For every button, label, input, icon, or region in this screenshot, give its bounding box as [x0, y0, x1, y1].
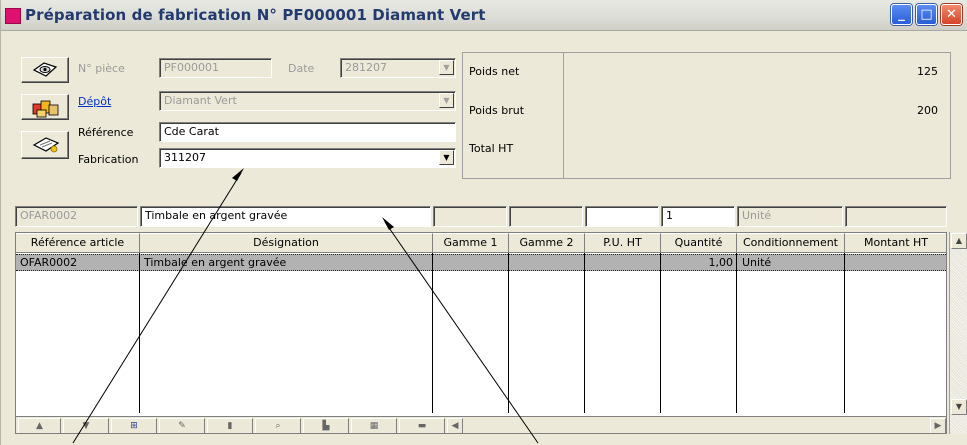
- reference-button[interactable]: [21, 131, 69, 159]
- print-icon[interactable]: ▙: [303, 418, 349, 433]
- reference-input[interactable]: Cde Carat: [159, 122, 456, 142]
- col-header-gamme2[interactable]: Gamme 2: [509, 233, 585, 253]
- table-row[interactable]: OFAR0002 Timbale en argent gravée 1,00 U…: [16, 254, 946, 271]
- depot-dropdown-icon: ▼: [439, 93, 454, 108]
- fabrication-value: 311207: [164, 151, 206, 164]
- fabrication-select[interactable]: 311207 ▼: [159, 148, 456, 168]
- entry-designation-value: Timbale en argent gravée: [145, 209, 288, 222]
- delete-line-icon[interactable]: ▮: [207, 418, 253, 433]
- reference-value: Cde Carat: [164, 125, 219, 138]
- depot-field: Diamant Vert ▼: [159, 91, 456, 111]
- minimize-button[interactable]: _: [891, 4, 912, 25]
- col-divider: [432, 253, 433, 413]
- col-divider: [139, 253, 140, 413]
- entry-reference-value: OFAR0002: [20, 209, 78, 222]
- calculator-icon[interactable]: ▦: [351, 418, 397, 433]
- depot-button[interactable]: [21, 94, 69, 120]
- totals-divider: [563, 53, 564, 178]
- col-header-designation[interactable]: Désignation: [140, 233, 433, 253]
- move-down-icon[interactable]: ▼: [63, 418, 109, 433]
- production-preparation-window: Préparation de fabrication N° PF000001 D…: [0, 0, 967, 445]
- entry-reference-field: OFAR0002: [15, 206, 138, 227]
- entry-unit-field: Unité: [737, 206, 843, 227]
- move-up-icon[interactable]: ▲: [18, 418, 61, 433]
- entry-gamme2-field: [509, 206, 583, 227]
- document-icon: [32, 137, 60, 153]
- bottom-toolbar: ▲ ▼ ⊞ ✎ ▮ ⌕ ▙ ▦ ▬ ◀ ▶: [16, 416, 946, 433]
- entry-gamme1-field: [433, 206, 507, 227]
- depot-value: Diamant Vert: [164, 94, 237, 107]
- cell-reference: OFAR0002: [20, 256, 78, 269]
- date-field: 281207 ▼: [340, 58, 456, 78]
- poids-brut-label: Poids brut: [469, 104, 525, 117]
- col-divider: [584, 253, 585, 413]
- total-ht-label: Total HT: [469, 142, 514, 155]
- scroll-right-icon[interactable]: ▶: [930, 418, 946, 433]
- app-icon: [5, 8, 21, 24]
- scroll-down-icon[interactable]: ▼: [951, 399, 967, 415]
- col-divider: [844, 253, 845, 413]
- close-button[interactable]: ✕: [941, 4, 962, 25]
- entry-amount-field: [845, 206, 947, 227]
- reference-label: Référence: [78, 126, 134, 139]
- scroll-up-icon[interactable]: ▲: [951, 233, 967, 249]
- piece-number-value: PF000001: [164, 61, 219, 74]
- insert-line-icon[interactable]: ⊞: [111, 418, 157, 433]
- entry-quantity-input[interactable]: 1: [661, 206, 735, 227]
- cell-unit: Unité: [742, 256, 772, 269]
- minus-icon[interactable]: ▬: [399, 418, 445, 433]
- col-divider: [508, 253, 509, 413]
- col-header-quantity[interactable]: Quantité: [661, 233, 737, 253]
- scroll-left-icon[interactable]: ◀: [447, 418, 463, 433]
- cell-designation: Timbale en argent gravée: [144, 256, 287, 269]
- lines-table[interactable]: Référence article Désignation Gamme 1 Ga…: [15, 232, 947, 434]
- vertical-scrollbar[interactable]: ▲ ▼: [949, 232, 967, 434]
- entry-unit-value: Unité: [742, 209, 772, 222]
- date-label: Date: [288, 62, 315, 75]
- title-bar[interactable]: Préparation de fabrication N° PF000001 D…: [1, 0, 967, 31]
- col-divider: [736, 253, 737, 413]
- col-header-amount[interactable]: Montant HT: [845, 233, 946, 253]
- totals-panel: Poids net 125 Poids brut 200 Total HT: [462, 52, 951, 179]
- fabrication-label: Fabrication: [78, 153, 139, 166]
- col-header-gamme1[interactable]: Gamme 1: [433, 233, 509, 253]
- date-dropdown-icon: ▼: [439, 60, 454, 75]
- piece-button[interactable]: [21, 57, 69, 83]
- poids-brut-value: 200: [917, 104, 938, 117]
- zoom-icon[interactable]: ⌕: [255, 418, 301, 433]
- piece-label: N° pièce: [78, 62, 125, 75]
- boxes-icon: [32, 100, 59, 118]
- eye-icon: [32, 62, 58, 77]
- fabrication-dropdown-icon[interactable]: ▼: [439, 150, 454, 165]
- edit-line-icon[interactable]: ✎: [159, 418, 205, 433]
- entry-pu-input[interactable]: [585, 206, 659, 227]
- col-header-reference[interactable]: Référence article: [16, 233, 140, 253]
- cell-quantity: 1,00: [708, 256, 734, 269]
- poids-net-label: Poids net: [469, 65, 520, 78]
- maximize-button[interactable]: □: [916, 4, 937, 25]
- piece-number-field: PF000001: [159, 58, 272, 78]
- entry-designation-input[interactable]: Timbale en argent gravée: [140, 206, 431, 227]
- entry-quantity-value: 1: [666, 209, 673, 222]
- col-header-unit[interactable]: Conditionnement: [737, 233, 845, 253]
- depot-link[interactable]: Dépôt: [78, 95, 111, 108]
- date-value: 281207: [345, 61, 387, 74]
- poids-net-value: 125: [917, 65, 938, 78]
- window-title: Préparation de fabrication N° PF000001 D…: [25, 6, 486, 24]
- col-divider: [660, 253, 661, 413]
- col-header-pu[interactable]: P.U. HT: [585, 233, 661, 253]
